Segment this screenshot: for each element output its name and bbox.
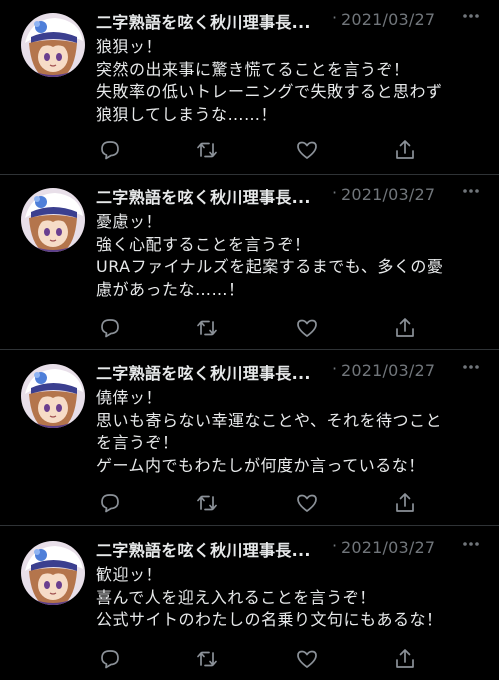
share-upload-icon[interactable] xyxy=(393,647,417,671)
tweet-date[interactable]: 2021/03/27 xyxy=(341,361,435,380)
tweet-content: 二字熟語を呟く秋川理事長... · 2021/03/27 僥倖ッ！ 思いも寄らな… xyxy=(96,359,489,477)
tweet-actions xyxy=(0,138,499,162)
tweet-text-line: 狼狽してしまうな……！ xyxy=(96,104,278,124)
heart-icon[interactable] xyxy=(295,491,319,515)
share-upload-icon[interactable] xyxy=(393,138,417,162)
tweet-text-line: 公式サイトのわたしの名乗り文句にもあるな！ xyxy=(96,610,443,629)
tweet-card[interactable]: 二字熟語を呟く秋川理事長... · 2021/03/27 狼狽ッ！ 突然の出来事… xyxy=(0,0,499,175)
tweet-text-line: ゲーム内でもわたしが何度か言っているな！ xyxy=(96,455,425,475)
tweet-actions xyxy=(0,491,499,515)
author-name[interactable]: 二字熟語を呟く秋川理事長... xyxy=(96,9,311,33)
retweet-arrows-icon[interactable] xyxy=(195,491,219,515)
avatar[interactable] xyxy=(21,541,85,605)
tweet-content: 二字熟語を呟く秋川理事長... · 2021/03/27 歓迎ッ！ 喜んで人を迎… xyxy=(96,536,489,632)
tweet-actions xyxy=(0,316,499,340)
tweet-text-line: 強く心配することを言うぞ！ xyxy=(96,234,311,254)
tweet-card[interactable]: 二字熟語を呟く秋川理事長... · 2021/03/27 僥倖ッ！ 思いも寄らな… xyxy=(0,351,499,526)
heart-icon[interactable] xyxy=(295,138,319,162)
heart-icon[interactable] xyxy=(295,647,319,671)
tweet-text: 憂慮ッ！ 強く心配することを言うぞ！ URAファイナルズを起案するまでも、多くの… xyxy=(96,211,489,301)
more-dots-icon[interactable] xyxy=(458,4,484,28)
author-name[interactable]: 二字熟語を呟く秋川理事長... xyxy=(96,184,311,208)
avatar[interactable] xyxy=(21,188,85,252)
more-dots-icon[interactable] xyxy=(458,179,484,203)
tweet-timeline: 二字熟語を呟く秋川理事長... · 2021/03/27 狼狽ッ！ 突然の出来事… xyxy=(0,0,499,680)
avatar[interactable] xyxy=(21,13,85,77)
avatar[interactable] xyxy=(21,364,85,428)
tweet-date[interactable]: 2021/03/27 xyxy=(341,10,435,29)
tweet-date[interactable]: 2021/03/27 xyxy=(341,538,435,557)
header-separator: · xyxy=(332,183,338,202)
tweet-content: 二字熟語を呟く秋川理事長... · 2021/03/27 狼狽ッ！ 突然の出来事… xyxy=(96,8,489,126)
tweet-text-line: 歓迎ッ！ xyxy=(96,565,163,584)
tweet-text-line: 失敗率の低いトレーニングで失敗すると思わず xyxy=(96,82,443,101)
retweet-arrows-icon[interactable] xyxy=(195,138,219,162)
tweet-header: 二字熟語を呟く秋川理事長... · 2021/03/27 xyxy=(96,359,489,384)
tweet-header: 二字熟語を呟く秋川理事長... · 2021/03/27 xyxy=(96,536,489,561)
author-name[interactable]: 二字熟語を呟く秋川理事長... xyxy=(96,537,311,561)
tweet-text-line: 僥倖ッ！ xyxy=(96,388,163,407)
tweet-text-line: 狼狽ッ！ xyxy=(96,37,163,56)
reply-bubble-icon[interactable] xyxy=(98,491,122,515)
header-separator: · xyxy=(332,536,338,555)
retweet-arrows-icon[interactable] xyxy=(195,316,219,340)
share-upload-icon[interactable] xyxy=(393,491,417,515)
tweet-content: 二字熟語を呟く秋川理事長... · 2021/03/27 憂慮ッ！ 強く心配する… xyxy=(96,183,489,301)
more-dots-icon[interactable] xyxy=(458,355,484,379)
tweet-text-line: 憂慮ッ！ xyxy=(96,212,163,231)
tweet-text-line: 思いも寄らない幸運なことや、それを待つこと xyxy=(96,410,443,430)
tweet-header: 二字熟語を呟く秋川理事長... · 2021/03/27 xyxy=(96,8,489,33)
tweet-actions xyxy=(0,647,499,671)
reply-bubble-icon[interactable] xyxy=(98,647,122,671)
tweet-text: 狼狽ッ！ 突然の出来事に驚き慌てることを言うぞ！ 失敗率の低いトレーニングで失敗… xyxy=(96,36,489,126)
tweet-date[interactable]: 2021/03/27 xyxy=(341,185,435,204)
tweet-card[interactable]: 二字熟語を呟く秋川理事長... · 2021/03/27 歓迎ッ！ 喜んで人を迎… xyxy=(0,528,499,680)
heart-icon[interactable] xyxy=(295,316,319,340)
author-name[interactable]: 二字熟語を呟く秋川理事長... xyxy=(96,360,311,384)
tweet-text-line: 突然の出来事に驚き慌てることを言うぞ！ xyxy=(96,59,410,79)
reply-bubble-icon[interactable] xyxy=(98,138,122,162)
tweet-text-line: を言うぞ！ xyxy=(96,433,179,452)
reply-bubble-icon[interactable] xyxy=(98,316,122,340)
tweet-text: 歓迎ッ！ 喜んで人を迎え入れることを言うぞ！ 公式サイトのわたしの名乗り文句にも… xyxy=(96,564,489,632)
share-upload-icon[interactable] xyxy=(393,316,417,340)
retweet-arrows-icon[interactable] xyxy=(195,647,219,671)
header-separator: · xyxy=(332,359,338,378)
tweet-card[interactable]: 二字熟語を呟く秋川理事長... · 2021/03/27 憂慮ッ！ 強く心配する… xyxy=(0,175,499,350)
more-dots-icon[interactable] xyxy=(458,532,484,556)
tweet-text-line: 喜んで人を迎え入れることを言うぞ！ xyxy=(96,587,376,607)
tweet-header: 二字熟語を呟く秋川理事長... · 2021/03/27 xyxy=(96,183,489,208)
tweet-text: 僥倖ッ！ 思いも寄らない幸運なことや、それを待つこと を言うぞ！ ゲーム内でもわ… xyxy=(96,387,489,477)
tweet-text-line: 慮があったな……！ xyxy=(96,279,245,299)
tweet-text-line: URAファイナルズを起案するまでも、多くの憂 xyxy=(96,257,444,276)
header-separator: · xyxy=(332,8,338,27)
